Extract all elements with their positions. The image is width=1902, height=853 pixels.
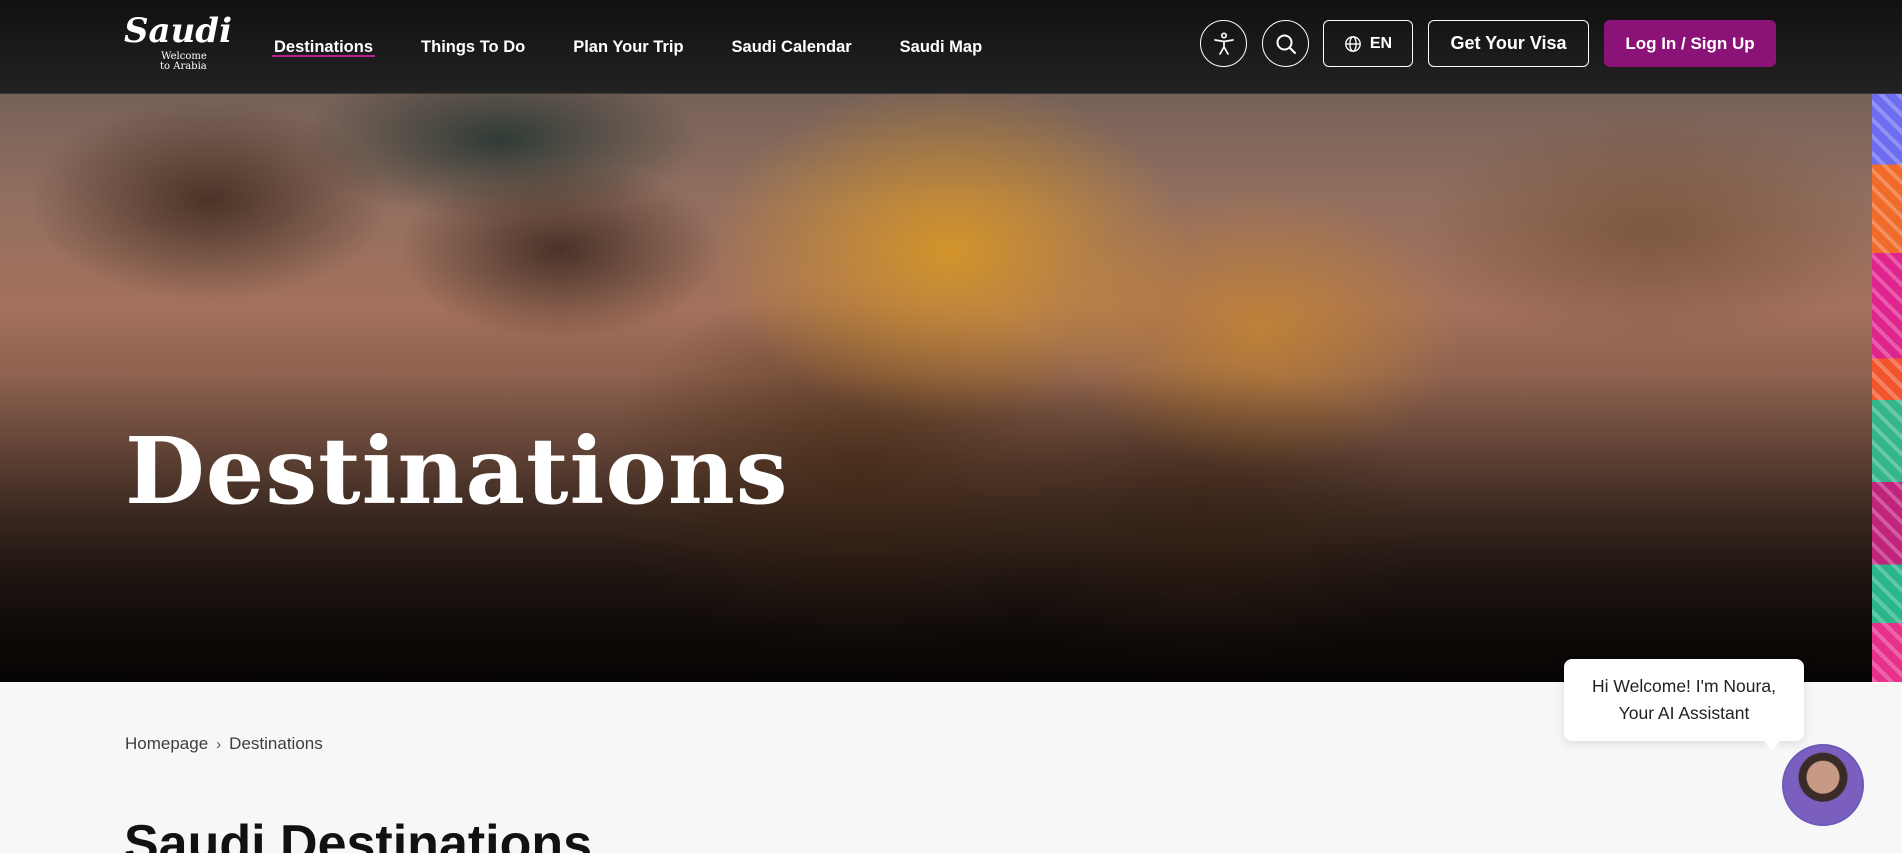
breadcrumb: Homepage › Destinations (125, 734, 323, 754)
nav-saudi-map[interactable]: Saudi Map (900, 0, 983, 94)
hero-title: Destinations (125, 417, 789, 525)
assistant-avatar[interactable] (1782, 744, 1864, 826)
nav-saudi-calendar[interactable]: Saudi Calendar (732, 0, 852, 94)
nav-destinations[interactable]: Destinations (271, 0, 376, 94)
hero-banner: Destinations (0, 0, 1902, 682)
search-icon (1276, 34, 1296, 54)
site-header: Saudi Welcome to Arabia Destinations Thi… (0, 0, 1902, 94)
decorative-pattern-strip (1872, 94, 1902, 682)
nav-things-to-do[interactable]: Things To Do (421, 0, 525, 94)
assistant-welcome-bubble[interactable]: Hi Welcome! I'm Noura, Your AI Assistant (1564, 659, 1804, 751)
logo-wordmark: Saudi (124, 11, 232, 51)
login-signup-button[interactable]: Log In / Sign Up (1604, 20, 1776, 67)
logo-tagline: Welcome to Arabia (160, 52, 207, 72)
breadcrumb-current: Destinations (229, 734, 323, 753)
assistant-greeting-line1: Hi Welcome! I'm Noura, (1592, 676, 1776, 696)
accessibility-icon (1213, 31, 1234, 55)
chevron-right-icon: › (216, 735, 222, 753)
logo-tagline-line2: to Arabia (160, 61, 207, 72)
hero-image-overlay (0, 0, 1902, 682)
accessibility-button[interactable] (1200, 20, 1247, 67)
main-nav: Destinations Things To Do Plan Your Trip… (271, 0, 1030, 94)
get-visa-button[interactable]: Get Your Visa (1428, 20, 1589, 67)
globe-icon (1345, 35, 1361, 52)
breadcrumb-home[interactable]: Homepage (125, 734, 208, 754)
language-selector[interactable]: EN (1323, 20, 1413, 67)
assistant-greeting-line2: Your AI Assistant (1618, 703, 1750, 723)
saudi-logo[interactable]: Saudi Welcome to Arabia (124, 14, 232, 74)
search-button[interactable] (1262, 20, 1309, 67)
section-title: Saudi Destinations (124, 815, 593, 853)
language-label: EN (1369, 34, 1393, 52)
nav-plan-your-trip[interactable]: Plan Your Trip (573, 0, 683, 94)
